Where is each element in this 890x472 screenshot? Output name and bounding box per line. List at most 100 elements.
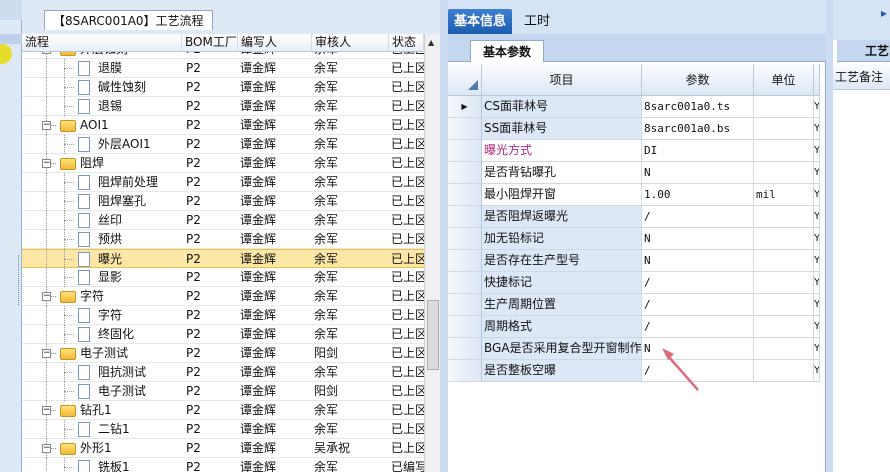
process-tree-panel: 【8SARC001A0】工艺流程 流程 BOM工厂 编写人 审核人 状态 −外层… xyxy=(22,0,440,472)
tree-cell-reviewer: 吴承祝 xyxy=(314,441,351,455)
splitter-middle-right[interactable] xyxy=(826,0,833,472)
tree-row[interactable]: 二钻1 P2 谭金辉 余军 已上区 xyxy=(22,420,424,439)
column-header-author[interactable]: 编写人 xyxy=(238,34,312,52)
app-window: 【8SARC001A0】工艺流程 流程 BOM工厂 编写人 审核人 状态 −外层… xyxy=(0,0,890,472)
tree-cell-reviewer: 余军 xyxy=(314,194,339,208)
tree-cell-author: 谭金辉 xyxy=(240,327,277,341)
tree-cell-reviewer: 余军 xyxy=(314,61,339,75)
tree-row[interactable]: 丝印 P2 谭金辉 余军 已上区 xyxy=(22,211,424,230)
tab-basic-parameters[interactable]: 基本参数 xyxy=(470,40,545,62)
tree-cell-status: 已上区 xyxy=(391,118,424,132)
column-header-status[interactable]: 状态 xyxy=(389,34,424,52)
tree-row[interactable]: 碱性蚀刻 P2 谭金辉 余军 已上区 xyxy=(22,78,424,97)
tree-cell-bom-factory: P2 xyxy=(186,61,201,75)
splitter-left-middle[interactable] xyxy=(440,0,448,472)
parameter-tabbar: 基本参数 xyxy=(448,34,826,62)
tree-cell-bom-factory: P2 xyxy=(186,80,201,94)
tab-process[interactable]: 工艺 xyxy=(837,40,890,62)
tree-cell-author: 谭金辉 xyxy=(240,403,277,417)
tree-row[interactable]: −外层蚀刻P2谭金辉余军已上区 xyxy=(22,52,424,59)
tree-cell-bom-factory: P2 xyxy=(186,327,201,341)
tree-cell-author: 谭金辉 xyxy=(240,118,277,132)
tree-cell-status: 已上区 xyxy=(391,252,424,266)
tree-row[interactable]: 退锡 P2 谭金辉 余军 已上区 xyxy=(22,97,424,116)
tree-row[interactable]: − AOI1 P2 谭金辉 余军 已上区 xyxy=(22,116,424,135)
tree-cell-status: 已上区 xyxy=(391,270,424,284)
tree-row[interactable]: − 阻焊 P2 谭金辉 余军 已上区 xyxy=(22,154,424,173)
tree-cell-reviewer: 余军 xyxy=(314,252,339,266)
tree-cell-author: 谭金辉 xyxy=(240,232,277,246)
tree-row[interactable]: 字符 P2 谭金辉 余军 已上区 xyxy=(22,306,424,325)
tree-cell-status: 已上区 xyxy=(391,308,424,322)
column-header-reviewer[interactable]: 审核人 xyxy=(312,34,389,52)
scrollbar-thumb[interactable] xyxy=(427,300,439,370)
tree-cell-process: 阻焊 xyxy=(80,156,105,170)
tree-cell-status: 已上区 xyxy=(389,52,424,59)
tab-process-flow[interactable]: 【8SARC001A0】工艺流程 xyxy=(44,10,213,30)
tree-cell-process: 预烘 xyxy=(98,232,123,246)
tree-cell-status: 已上区 xyxy=(391,327,424,341)
process-tree-scrollbar[interactable]: ▲ xyxy=(424,34,440,472)
tree-cell-bom-factory: P2 xyxy=(186,194,201,208)
tree-row[interactable]: 阻焊塞孔 P2 谭金辉 余军 已上区 xyxy=(22,192,424,211)
tree-cell-bom-factory: P2 xyxy=(186,232,201,246)
process-tree-header: 流程 BOM工厂 编写人 审核人 状态 xyxy=(22,34,440,52)
tree-cell-process: 退膜 xyxy=(98,61,123,75)
tree-row[interactable]: 外层AOI1 P2 谭金辉 余军 已上区 xyxy=(22,135,424,154)
remarks-topbar: ▸ xyxy=(833,0,890,40)
tree-cell-bom-factory: P2 xyxy=(186,175,201,189)
tree-row[interactable]: 阻焊前处理 P2 谭金辉 余军 已上区 xyxy=(22,173,424,192)
tree-cell-reviewer: 阳剑 xyxy=(314,346,339,360)
column-header-process[interactable]: 流程 xyxy=(22,34,182,52)
tree-cell-status: 已上区 xyxy=(391,441,424,455)
tab-basic-info[interactable]: 基本信息 xyxy=(448,9,513,34)
tree-cell-reviewer: 余军 xyxy=(314,137,339,151)
tree-cell-author: 谭金辉 xyxy=(240,308,277,322)
tab-work-hours[interactable]: 工时 xyxy=(518,9,556,34)
splitter-grip[interactable] xyxy=(18,255,21,305)
tree-cell-bom-factory: P2 xyxy=(186,308,201,322)
tree-row-selected[interactable]: 曝光 P2 谭金辉 余军 已上区 xyxy=(22,249,424,269)
tree-cell-status: 已编写 xyxy=(391,460,424,472)
tree-cell-process: 铣板1 xyxy=(98,460,130,472)
tree-cell-process: 字符 xyxy=(98,308,123,322)
far-left-topstrip xyxy=(0,0,22,20)
tree-cell-process: 二钻1 xyxy=(98,422,130,436)
process-remarks-panel: ▸ 工艺 工艺备注 xyxy=(833,0,890,472)
tree-row[interactable]: 电子测试 P2 谭金辉 阳剑 已上区 xyxy=(22,382,424,401)
tree-cell-status: 已上区 xyxy=(391,99,424,113)
process-tree-tabbar: 【8SARC001A0】工艺流程 xyxy=(22,0,440,34)
tree-cell-author: 谭金辉 xyxy=(240,137,277,151)
tree-row[interactable]: 预烘 P2 谭金辉 余军 已上区 xyxy=(22,230,424,249)
tree-cell-author: 谭金辉 xyxy=(240,441,277,455)
tree-cell-reviewer: 余军 xyxy=(314,232,339,246)
tree-cell-status: 已上区 xyxy=(391,80,424,94)
expand-arrow-icon[interactable]: ▸ xyxy=(881,6,887,20)
detail-tabbar: 基本信息 工时 xyxy=(448,0,826,34)
tree-cell-bom-factory: P2 xyxy=(186,403,201,417)
tree-cell-status: 已上区 xyxy=(391,365,424,379)
tree-cell-bom-factory: P2 xyxy=(186,460,201,472)
tree-cell-bom-factory: P2 xyxy=(182,52,236,59)
process-detail-panel: 基本信息 工时 基本参数 项目 参数 单位 ▶ CS面菲林号 8sarc001a0.… xyxy=(448,0,826,472)
tree-row[interactable]: − 钻孔1 P2 谭金辉 余军 已上区 xyxy=(22,401,424,420)
tree-row[interactable]: 铣板1 P2 谭金辉 余军 已编写 xyxy=(22,458,424,472)
tree-cell-author: 谭金辉 xyxy=(240,384,277,398)
tree-cell-author: 谭金辉 xyxy=(240,213,277,227)
tree-row[interactable]: − 字符 P2 谭金辉 余军 已上区 xyxy=(22,287,424,306)
parameter-grid: 项目 参数 单位 ▶ CS面菲林号 8sarc001a0.ts Y SS面菲林号 8sar… xyxy=(448,64,820,472)
tree-row[interactable]: 退膜 P2 谭金辉 余军 已上区 xyxy=(22,59,424,78)
column-header-bom-factory[interactable]: BOM工厂 xyxy=(182,34,238,52)
tree-row[interactable]: 阻抗测试 P2 谭金辉 余军 已上区 xyxy=(22,363,424,382)
tree-row[interactable]: − 外形1 P2 谭金辉 吴承祝 已上区 xyxy=(22,439,424,458)
tree-cell-author: 谭金辉 xyxy=(240,99,277,113)
tree-cell-author: 谭金辉 xyxy=(240,80,277,94)
tree-row[interactable]: 显影 P2 谭金辉 余军 已上区 xyxy=(22,268,424,287)
tree-row[interactable]: − 电子测试 P2 谭金辉 阳剑 已上区 xyxy=(22,344,424,363)
far-left-header-bar xyxy=(0,34,22,44)
process-remarks-label: 工艺备注 xyxy=(833,64,890,90)
tree-cell-status: 已上区 xyxy=(391,61,424,75)
scroll-up-icon[interactable]: ▲ xyxy=(428,38,434,47)
tree-row[interactable]: 终固化 P2 谭金辉 余军 已上区 xyxy=(22,325,424,344)
tree-cell-bom-factory: P2 xyxy=(186,422,201,436)
